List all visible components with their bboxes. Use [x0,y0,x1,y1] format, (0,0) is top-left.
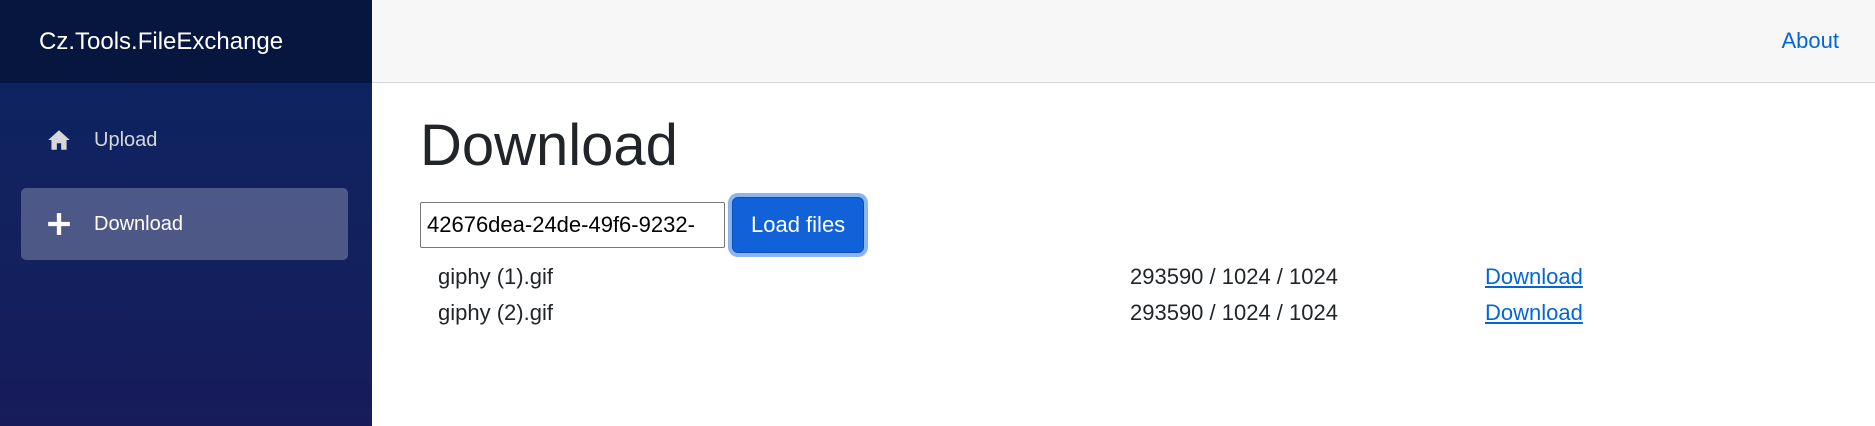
sidebar-item-download[interactable]: Download [21,188,348,260]
top-bar: About [372,0,1875,83]
brand-link[interactable]: Cz.Tools.FileExchange [39,28,283,56]
sidebar-nav: Upload Download [0,83,372,260]
file-key-input[interactable] [420,201,725,248]
file-name: giphy (1).gif [438,263,553,289]
home-icon [45,126,73,154]
file-name: giphy (2).gif [438,299,553,325]
file-list: giphy (1).gif 293590 / 1024 / 1024 Downl… [420,259,1610,331]
main-area: About Download Load files giphy (1).gif … [372,0,1875,426]
about-link[interactable]: About [1782,28,1840,54]
brand-bar: Cz.Tools.FileExchange [0,0,372,83]
page-title: Download [420,113,678,178]
load-files-button[interactable]: Load files [732,196,865,253]
download-link[interactable]: Download [1485,264,1583,290]
app-root: Cz.Tools.FileExchange Upload Download Ab… [0,0,1875,426]
load-form: Load files [420,196,1875,253]
file-size: 293590 / 1024 / 1024 [1130,299,1338,325]
file-size: 293590 / 1024 / 1024 [1130,263,1338,289]
list-item: giphy (1).gif 293590 / 1024 / 1024 Downl… [420,259,1610,295]
sidebar-item-label: Upload [94,128,158,151]
sidebar-item-upload[interactable]: Upload [21,104,348,176]
download-link[interactable]: Download [1485,300,1583,326]
content: Download Load files giphy (1).gif 293590… [372,83,1875,331]
sidebar-item-label: Download [94,212,183,235]
plus-icon [45,210,73,238]
sidebar: Cz.Tools.FileExchange Upload Download [0,0,372,426]
list-item: giphy (2).gif 293590 / 1024 / 1024 Downl… [420,295,1610,331]
